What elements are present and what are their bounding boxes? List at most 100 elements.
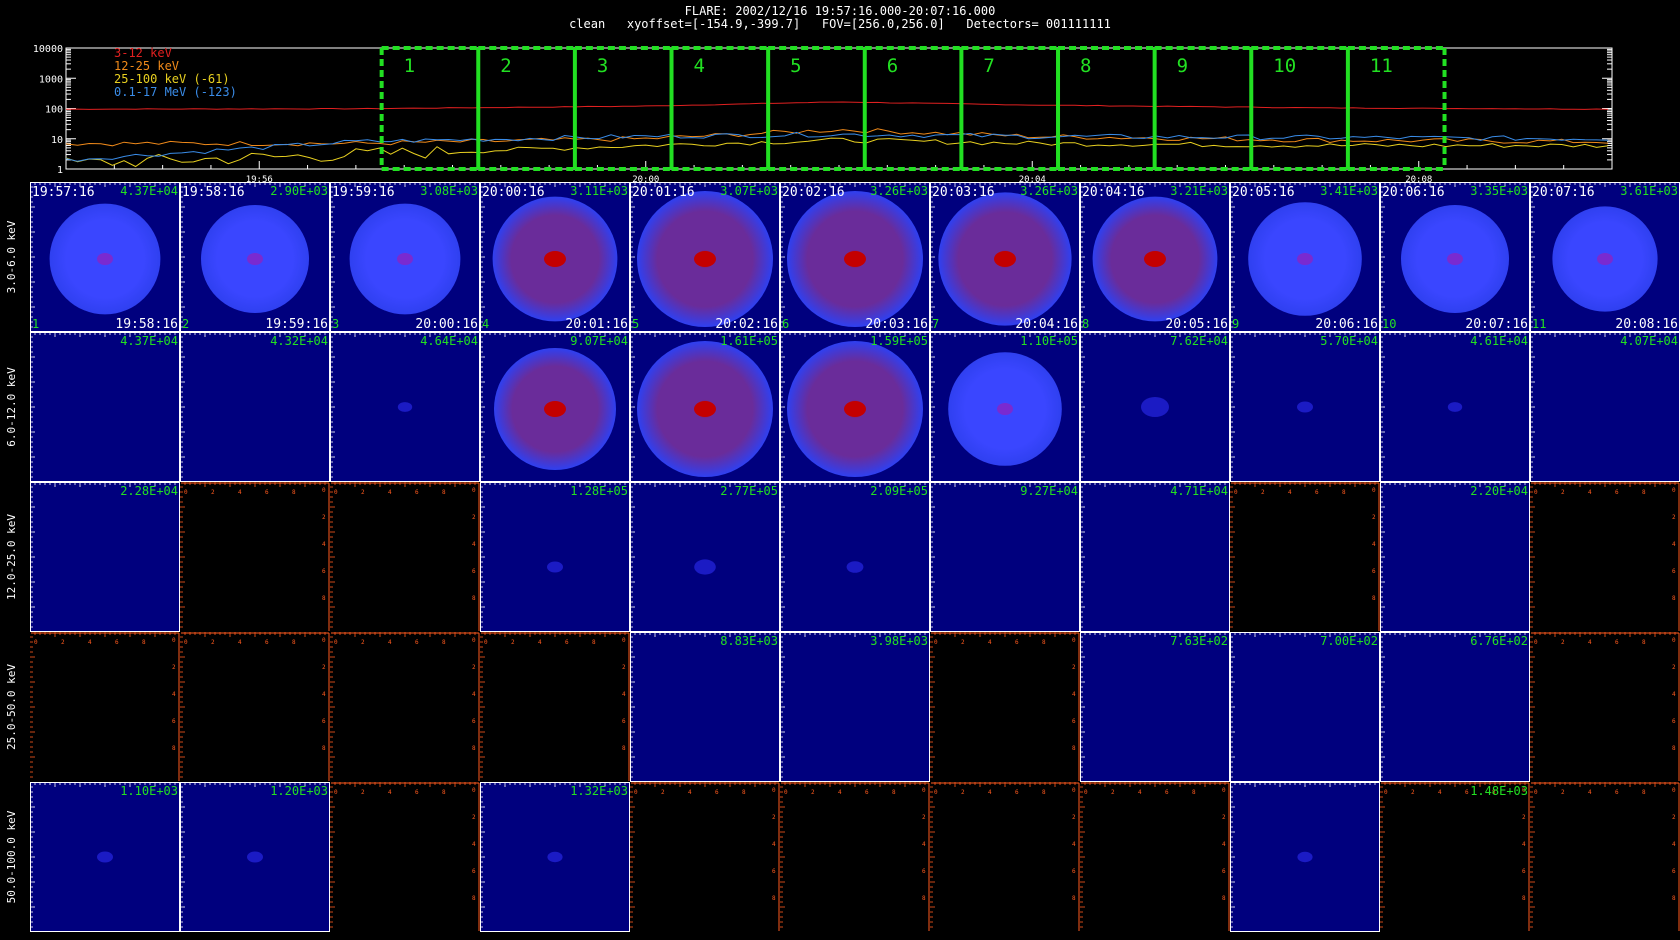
interval-number: 4 xyxy=(694,55,705,77)
empty-x-tick-label: 0 xyxy=(184,639,188,646)
empty-y-tick-label: 6 xyxy=(1672,718,1676,725)
peak-value: 3.61E+03 xyxy=(1620,184,1678,198)
source-core xyxy=(1597,253,1613,265)
image-background xyxy=(780,632,930,782)
empty-x-tick-label: 4 xyxy=(1588,639,1592,646)
image-cell: 0 0 2 2 4 4 6 6 8 8 xyxy=(180,482,330,632)
empty-x-tick-label: 8 xyxy=(1042,789,1046,796)
empty-y-tick-label: 4 xyxy=(1672,841,1676,848)
source-blob xyxy=(547,561,563,573)
empty-x-tick-label: 0 xyxy=(1534,639,1538,646)
image-cell: 0 0 2 2 4 4 6 6 8 8 xyxy=(780,782,930,932)
empty-y-tick-label: 8 xyxy=(1072,895,1076,902)
empty-y-tick-label: 0 xyxy=(1072,787,1076,794)
interval-number: 2 xyxy=(500,55,511,77)
interval-index: 3 xyxy=(332,317,339,331)
image-cell: 1.32E+03 xyxy=(480,782,630,932)
peak-value: 8.83E+03 xyxy=(720,634,778,648)
empty-x-tick-label: 8 xyxy=(292,639,296,646)
image-cell: 3.26E+03 20:03:16 20:04:16 7 xyxy=(930,182,1080,332)
interval-number: 6 xyxy=(887,55,898,77)
end-time-label: 19:59:16 xyxy=(265,317,328,332)
source-core xyxy=(1447,253,1463,265)
image-background xyxy=(930,782,1080,932)
source-blob xyxy=(547,851,563,863)
empty-x-tick-label: 6 xyxy=(415,489,419,496)
empty-x-tick-label: 4 xyxy=(538,639,542,646)
empty-x-tick-label: 0 xyxy=(34,639,38,646)
peak-value: 1.48E+03 xyxy=(1470,784,1528,798)
empty-x-tick-label: 0 xyxy=(784,789,788,796)
source-core xyxy=(844,401,866,417)
empty-y-tick-label: 6 xyxy=(1372,568,1376,575)
image-cell: 0 0 2 2 4 4 6 6 8 8 xyxy=(330,482,480,632)
empty-x-tick-label: 2 xyxy=(1111,789,1115,796)
empty-y-tick-label: 4 xyxy=(472,841,476,848)
image-background xyxy=(330,782,480,932)
empty-x-tick-label: 4 xyxy=(388,639,392,646)
image-cell: 2.90E+03 19:58:16 19:59:16 2 xyxy=(180,182,330,332)
image-cell: 0 0 2 2 4 4 6 6 8 8 xyxy=(930,632,1080,782)
empty-x-tick-label: 4 xyxy=(238,489,242,496)
empty-y-tick-label: 8 xyxy=(172,745,176,752)
empty-y-tick-label: 6 xyxy=(772,868,776,875)
empty-y-tick-label: 0 xyxy=(1222,787,1226,794)
empty-y-tick-label: 8 xyxy=(1372,595,1376,602)
image-background xyxy=(1230,482,1380,632)
empty-x-tick-label: 8 xyxy=(1642,789,1646,796)
empty-x-tick-label: 8 xyxy=(892,789,896,796)
empty-y-tick-label: 4 xyxy=(922,841,926,848)
empty-y-tick-label: 2 xyxy=(1072,664,1076,671)
empty-y-tick-label: 6 xyxy=(322,718,326,725)
empty-x-tick-label: 6 xyxy=(415,789,419,796)
empty-x-tick-label: 8 xyxy=(442,639,446,646)
empty-y-tick-label: 6 xyxy=(472,718,476,725)
image-grid: 4.37E+04 19:57:16 19:58:16 1 2.90E+03 19:58:1… xyxy=(5,182,1680,932)
end-time-label: 20:07:16 xyxy=(1465,317,1528,332)
image-background xyxy=(180,482,330,632)
empty-x-tick-label: 6 xyxy=(1465,789,1469,796)
interval-number: 10 xyxy=(1273,55,1296,77)
start-time-label: 19:57:16 xyxy=(32,185,95,200)
y-tick-label: 10 xyxy=(51,135,63,146)
image-cell: 4.37E+04 xyxy=(30,332,180,482)
empty-y-tick-label: 2 xyxy=(172,664,176,671)
source-core xyxy=(694,401,716,417)
image-cell xyxy=(1230,782,1380,932)
empty-y-tick-label: 4 xyxy=(172,691,176,698)
end-time-label: 20:03:16 xyxy=(865,317,928,332)
y-tick-label: 1000 xyxy=(39,74,63,85)
empty-x-tick-label: 6 xyxy=(1615,639,1619,646)
empty-y-tick-label: 2 xyxy=(1372,514,1376,521)
empty-x-tick-label: 0 xyxy=(934,639,938,646)
image-background xyxy=(1230,632,1380,782)
empty-x-tick-label: 2 xyxy=(211,489,215,496)
empty-x-tick-label: 2 xyxy=(1561,789,1565,796)
empty-x-tick-label: 2 xyxy=(961,639,965,646)
image-background xyxy=(1530,482,1680,632)
image-cell: 4.37E+04 19:57:16 19:58:16 1 xyxy=(30,182,180,332)
empty-y-tick-label: 2 xyxy=(472,514,476,521)
empty-x-tick-label: 8 xyxy=(442,789,446,796)
image-cell: 0 0224466881.48E+03 xyxy=(1380,782,1530,932)
image-cell: 1.59E+05 xyxy=(780,332,930,482)
source-blob xyxy=(1297,851,1313,863)
image-background xyxy=(1080,632,1230,782)
empty-x-tick-label: 8 xyxy=(442,489,446,496)
image-background xyxy=(180,632,330,782)
peak-value: 3.35E+03 xyxy=(1470,184,1528,198)
energy-band-label: 6.0-12.0 keV xyxy=(5,367,18,447)
image-cell: 2.09E+05 xyxy=(780,482,930,632)
image-cell: 0 0 2 2 4 4 6 6 8 8 xyxy=(30,632,180,782)
peak-value: 4.64E+04 xyxy=(420,334,478,348)
start-time-label: 20:06:16 xyxy=(1382,185,1445,200)
empty-y-tick-label: 8 xyxy=(1222,895,1226,902)
source-blob xyxy=(97,851,113,863)
interval-index: 5 xyxy=(632,317,639,331)
peak-value: 3.08E+03 xyxy=(420,184,478,198)
empty-y-tick-label: 6 xyxy=(472,568,476,575)
image-background xyxy=(1530,782,1680,932)
empty-y-tick-label: 8 xyxy=(1672,745,1676,752)
empty-x-tick-label: 2 xyxy=(1561,639,1565,646)
image-background xyxy=(30,482,180,632)
